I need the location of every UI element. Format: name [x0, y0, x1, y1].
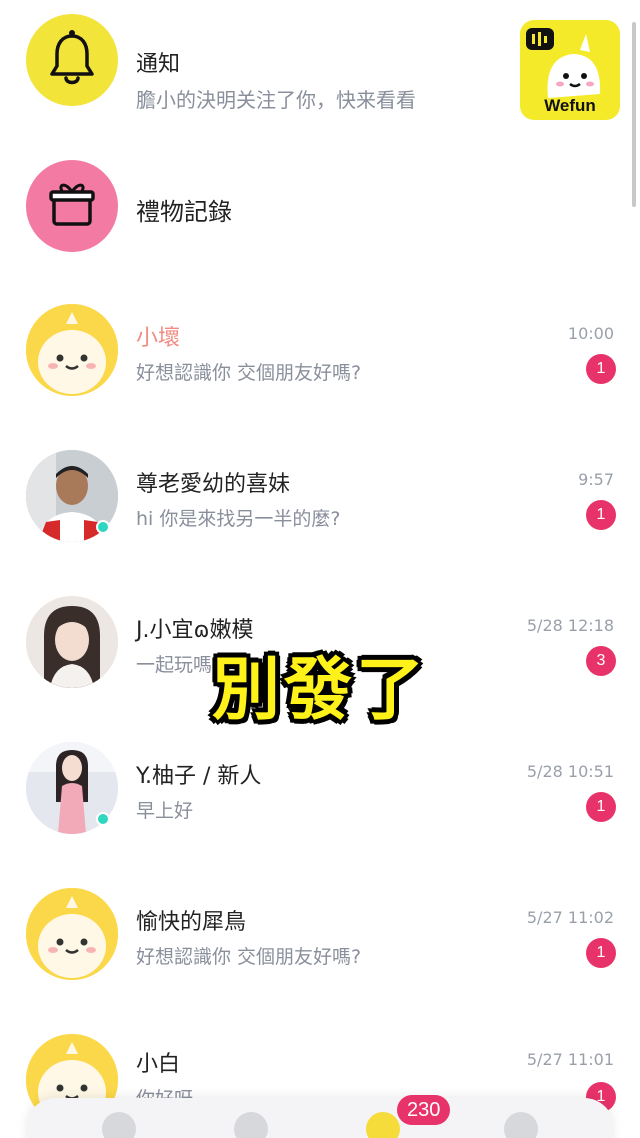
message-time: 5/27 11:01	[526, 1050, 614, 1069]
wefun-logo: Wefun	[520, 20, 620, 120]
gift-record-title: 禮物記錄	[136, 198, 232, 226]
contact-name: Y.柚子 / 新人	[136, 764, 262, 789]
online-indicator	[96, 520, 110, 534]
message-time: 5/28 12:18	[526, 616, 614, 635]
mascot-avatar-icon	[26, 304, 118, 396]
gift-icon	[49, 183, 95, 226]
wefun-logo-text: Wefun	[544, 96, 596, 115]
unread-badge: 1	[586, 354, 616, 384]
conversation-item[interactable]: Y.柚子 / 新人 早上好 5/28 10:51 1	[0, 738, 640, 878]
unread-badge: 3	[586, 646, 616, 676]
message-preview: 早上好	[136, 800, 194, 822]
tab-messages-icon[interactable]	[366, 1112, 400, 1138]
avatar	[26, 888, 118, 980]
message-preview: 一起玩嗎	[136, 654, 213, 676]
notification-avatar	[26, 14, 118, 106]
message-time: 10:00	[567, 324, 614, 343]
notification-title: 通知	[136, 52, 181, 77]
unread-badge: 1	[586, 792, 616, 822]
message-time: 5/27 11:02	[526, 908, 614, 927]
contact-name: 愉快的犀鳥	[136, 910, 247, 935]
messages-count-badge: 230	[397, 1095, 451, 1125]
bell-icon	[50, 30, 94, 85]
contact-name: 小壞	[136, 326, 181, 351]
notification-preview: 膽小的決明关注了你，快来看看	[136, 88, 416, 112]
gift-record-row[interactable]: 禮物記錄	[0, 150, 640, 290]
message-time: 9:57	[578, 470, 614, 489]
mascot-avatar-icon	[26, 888, 118, 980]
tab-profile-icon[interactable]	[504, 1112, 538, 1138]
contact-name: 小白	[136, 1052, 181, 1077]
conversation-item[interactable]: 愉快的犀鳥 好想認識你 交個朋友好嗎? 5/27 11:02 1	[0, 884, 640, 1024]
gift-record-avatar	[26, 160, 118, 252]
person-photo-icon	[26, 596, 118, 688]
tab-discover-icon[interactable]	[234, 1112, 268, 1138]
message-preview: 好想認識你 交個朋友好嗎?	[136, 946, 362, 968]
avatar	[26, 596, 118, 688]
unread-badge: 1	[586, 500, 616, 530]
message-time: 5/28 10:51	[526, 762, 614, 781]
conversation-item[interactable]: 尊老愛幼的喜妹 hi 你是來找另一半的麼? 9:57 1	[0, 446, 640, 586]
bottom-tab-bar	[26, 1098, 614, 1138]
scrollbar[interactable]	[632, 22, 636, 207]
message-preview: hi 你是來找另一半的麼?	[136, 508, 341, 530]
conversation-item[interactable]: 小壞 好想認識你 交個朋友好嗎? 10:00 1	[0, 300, 640, 440]
overlay-caption: 別發了	[212, 651, 429, 730]
online-indicator	[96, 812, 110, 826]
avatar	[26, 304, 118, 396]
message-preview: 好想認識你 交個朋友好嗎?	[136, 362, 362, 384]
contact-name: 尊老愛幼的喜妹	[136, 472, 291, 497]
unread-badge: 1	[586, 938, 616, 968]
tab-home-icon[interactable]	[102, 1112, 136, 1138]
